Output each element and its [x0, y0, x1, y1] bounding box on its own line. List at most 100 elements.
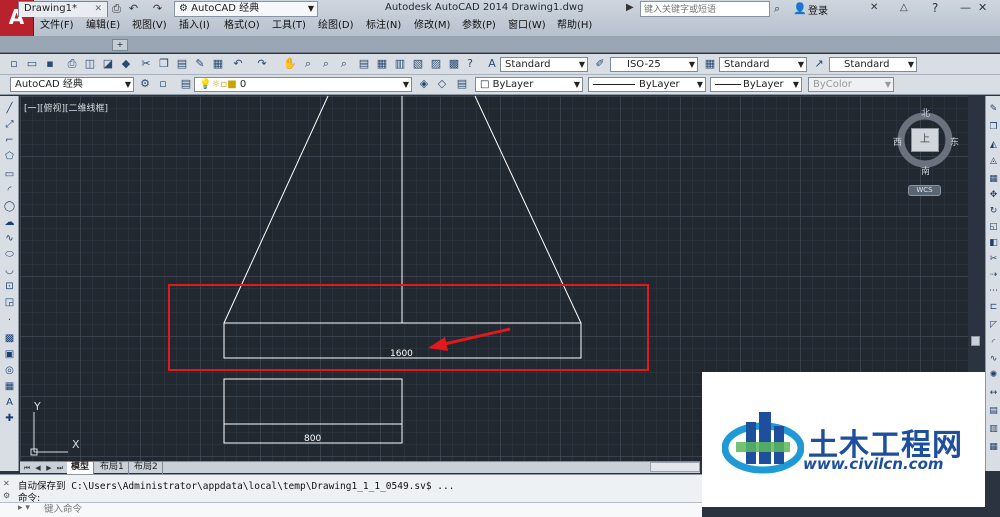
- zoom-realtime-icon[interactable]: ⌕: [300, 56, 316, 72]
- sheet-set-icon[interactable]: ▧: [410, 56, 426, 72]
- undo-icon[interactable]: ↶: [126, 2, 141, 16]
- workspace-save-icon[interactable]: ▫: [155, 76, 171, 92]
- help-search-input[interactable]: [640, 1, 770, 17]
- workspace-settings-icon[interactable]: ⚙: [137, 76, 153, 92]
- close-tab-icon[interactable]: ✕: [94, 2, 102, 16]
- list-tool-icon[interactable]: ▥: [987, 422, 1000, 436]
- break-tool-icon[interactable]: ⋯: [987, 284, 1000, 298]
- viewcube-top-face[interactable]: 上: [911, 128, 939, 152]
- scroll-thumb[interactable]: [971, 336, 980, 346]
- hatch-tool-icon[interactable]: ▩: [2, 332, 17, 346]
- make-block-tool-icon[interactable]: ◲: [2, 296, 17, 310]
- calculator-icon[interactable]: ▩: [446, 56, 462, 72]
- region-tool-icon[interactable]: ◎: [2, 364, 17, 378]
- polyline-tool-icon[interactable]: ⌐: [2, 134, 17, 148]
- erase-tool-icon[interactable]: ✎: [987, 102, 1000, 116]
- wcs-menu-button[interactable]: WCS: [908, 185, 941, 196]
- save-icon[interactable]: ▪: [42, 56, 58, 72]
- workspace-select[interactable]: AutoCAD 经典 ▼: [10, 77, 134, 92]
- line-tool-icon[interactable]: ╱: [2, 102, 17, 116]
- tab-layout2[interactable]: 布局2: [130, 462, 163, 474]
- menu-format[interactable]: 格式(O): [224, 18, 260, 34]
- fillet-tool-icon[interactable]: ◜: [987, 336, 1000, 350]
- menu-insert[interactable]: 插入(I): [179, 18, 210, 34]
- menu-help[interactable]: 帮助(H): [557, 18, 592, 34]
- tab-model[interactable]: 模型: [67, 462, 95, 474]
- polygon-tool-icon[interactable]: ⬠: [2, 150, 17, 164]
- insert-block-tool-icon[interactable]: ⊡: [2, 280, 17, 294]
- undo-icon[interactable]: ↶: [230, 56, 246, 72]
- help-icon[interactable]: ?: [932, 1, 938, 15]
- search-icon[interactable]: ⌕: [774, 2, 780, 16]
- command-settings-icon[interactable]: ⚙: [3, 491, 10, 500]
- viewcube-south[interactable]: 南: [921, 164, 930, 177]
- tab-layout1[interactable]: 布局1: [96, 462, 129, 474]
- lineweight-select[interactable]: ByLayer ▼: [710, 77, 802, 92]
- viewcube-north[interactable]: 北: [921, 106, 930, 119]
- rectangle-tool-icon[interactable]: ▭: [2, 168, 17, 182]
- command-recent-icon[interactable]: ▸ ▾: [18, 503, 30, 513]
- menu-draw[interactable]: 绘图(D): [318, 18, 354, 34]
- menu-view[interactable]: 视图(V): [132, 18, 167, 34]
- menu-window[interactable]: 窗口(W): [508, 18, 546, 34]
- command-input[interactable]: [44, 503, 694, 516]
- grip-tool-icon[interactable]: ▤: [987, 404, 1000, 418]
- publish-icon[interactable]: ◪: [100, 56, 116, 72]
- trim-tool-icon[interactable]: ✂: [987, 252, 1000, 266]
- login-link[interactable]: 登录: [808, 2, 828, 17]
- copy-icon[interactable]: ❐: [156, 56, 172, 72]
- stretch-tool-icon[interactable]: ◧: [987, 236, 1000, 250]
- explode-tool-icon[interactable]: ✺: [987, 368, 1000, 382]
- menu-file[interactable]: 文件(F): [40, 18, 74, 34]
- menu-parametric[interactable]: 参数(P): [462, 18, 496, 34]
- table-edit-tool-icon[interactable]: ▦: [987, 440, 1000, 454]
- point-tool-icon[interactable]: ·: [2, 314, 17, 328]
- dim-style-icon[interactable]: ✐: [592, 56, 608, 72]
- paste-icon[interactable]: ▤: [174, 56, 190, 72]
- menu-dimension[interactable]: 标注(N): [366, 18, 401, 34]
- match-properties-icon[interactable]: ✎: [192, 56, 208, 72]
- layer-state-icon[interactable]: ▤: [454, 76, 470, 92]
- pan-icon[interactable]: ✋: [282, 56, 298, 72]
- redo-icon[interactable]: ↷: [150, 2, 165, 16]
- mirror-tool-icon[interactable]: ◭: [987, 138, 1000, 152]
- rotate-tool-icon[interactable]: ↻: [987, 204, 1000, 218]
- text-style-icon[interactable]: A: [484, 56, 500, 72]
- zoom-previous-icon[interactable]: ⌕: [336, 56, 352, 72]
- markup-icon[interactable]: ▨: [428, 56, 444, 72]
- circle-tool-icon[interactable]: ◯: [2, 200, 17, 214]
- layer-previous-icon[interactable]: ◇: [434, 76, 450, 92]
- extend-tool-icon[interactable]: ⇢: [987, 268, 1000, 282]
- add-selected-tool-icon[interactable]: ✚: [2, 412, 17, 426]
- gradient-tool-icon[interactable]: ▣: [2, 348, 17, 362]
- plot-icon[interactable]: ⎙: [109, 2, 124, 16]
- table-style-icon[interactable]: ▦: [702, 56, 718, 72]
- menu-modify[interactable]: 修改(M): [414, 18, 450, 34]
- layer-properties-icon[interactable]: ▤: [178, 76, 194, 92]
- expand-search-icon[interactable]: ▶: [626, 2, 634, 13]
- join-tool-icon[interactable]: ⊏: [987, 300, 1000, 314]
- help-options-icon[interactable]: △: [900, 2, 908, 13]
- construction-line-tool-icon[interactable]: ⤢: [2, 118, 17, 132]
- table-style-select[interactable]: Standard ▼: [719, 57, 807, 72]
- scale-tool-icon[interactable]: ◱: [987, 220, 1000, 234]
- ellipse-arc-tool-icon[interactable]: ◡: [2, 264, 17, 278]
- table-tool-icon[interactable]: ▦: [2, 380, 17, 394]
- text-style-select[interactable]: Standard ▼: [500, 57, 588, 72]
- viewcube-west[interactable]: 西: [893, 135, 902, 148]
- move-tool-icon[interactable]: ✥: [987, 188, 1000, 202]
- menu-tools[interactable]: 工具(T): [272, 18, 306, 34]
- offset-tool-icon[interactable]: ◬: [987, 154, 1000, 168]
- blend-tool-icon[interactable]: ∿: [987, 352, 1000, 366]
- zoom-window-icon[interactable]: ⌕: [318, 56, 334, 72]
- new-tab-icon[interactable]: +: [112, 39, 128, 51]
- linetype-select[interactable]: ByLayer ▼: [588, 77, 706, 92]
- close-command-icon[interactable]: ✕: [3, 479, 10, 488]
- document-tab[interactable]: Drawing1* ✕: [18, 1, 108, 17]
- close-icon[interactable]: ✕: [978, 1, 987, 14]
- workspace-select[interactable]: ⚙ AutoCAD 经典 ▼: [174, 1, 318, 17]
- plot-icon[interactable]: ⎙: [64, 56, 80, 72]
- exchange-icon[interactable]: ✕: [870, 2, 878, 13]
- next-layout-icon[interactable]: ▶: [44, 463, 54, 473]
- new-icon[interactable]: ▫: [6, 56, 22, 72]
